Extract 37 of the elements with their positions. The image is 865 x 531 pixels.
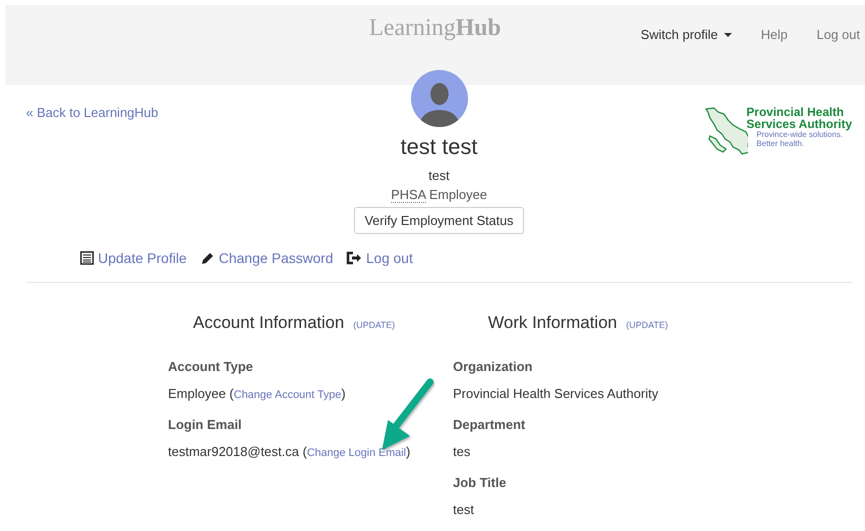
verify-employment-button[interactable]: Verify Employment Status: [354, 207, 524, 234]
back-link[interactable]: « Back to LearningHub: [26, 70, 158, 234]
field-label: Department: [453, 417, 526, 432]
nav-link[interactable]: Log out: [816, 27, 860, 42]
form-icon: [80, 251, 94, 265]
field-label: Account Type: [168, 359, 254, 374]
profile-action-link[interactable]: Update Profile: [80, 250, 187, 266]
field-label: Login Email: [168, 417, 243, 432]
profile-action-link[interactable]: Log out: [346, 250, 413, 266]
field-label: Organization: [453, 359, 534, 374]
pencil-icon: [200, 250, 215, 266]
update-link[interactable]: (UPDATE): [626, 320, 668, 330]
employee-role: PHSA Employee: [390, 187, 488, 203]
change-link[interactable]: Change Account Type: [234, 389, 342, 401]
organization-name: Provincial Health: [746, 106, 845, 118]
field-value: testmar92018@test.ca (Change Login Email): [168, 444, 412, 459]
logout-icon: [346, 251, 362, 265]
field-value: Provincial Health Services Authority: [453, 386, 660, 401]
nav-link[interactable]: Help: [760, 27, 788, 42]
username: test: [428, 168, 450, 184]
profile-action-link[interactable]: Change Password: [200, 250, 334, 266]
field-label: Job Title: [453, 475, 508, 490]
switch-profile-dropdown[interactable]: Switch profile: [640, 27, 732, 42]
user-full-name: test test: [400, 134, 478, 160]
field-value: Employee (Change Account Type): [168, 386, 347, 401]
change-link[interactable]: Change Login Email: [306, 447, 406, 459]
tagline: Better health.: [755, 139, 805, 148]
section-title: Account Information: [193, 313, 344, 333]
avatar-icon: [410, 70, 468, 127]
update-link[interactable]: (UPDATE): [353, 320, 396, 330]
field-value: test: [453, 502, 475, 517]
map-icon: [704, 106, 748, 156]
organization-name: Services Authority: [746, 118, 852, 130]
section-title: Work Information: [488, 313, 618, 333]
tagline: Province-wide solutions.: [755, 130, 843, 139]
field-value: tes: [453, 444, 472, 459]
caret-icon: [724, 32, 732, 36]
